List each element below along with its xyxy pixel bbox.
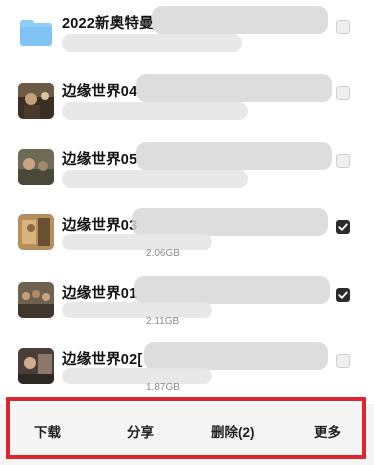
folder-icon — [18, 14, 54, 50]
blurred-text — [62, 102, 248, 120]
select-checkbox[interactable] — [336, 20, 350, 34]
blurred-text — [62, 170, 248, 188]
blurred-text — [132, 208, 328, 236]
select-checkbox[interactable] — [336, 86, 350, 100]
blurred-text — [62, 34, 242, 52]
list-item[interactable]: 边缘世界03 2.06GB — [0, 198, 374, 264]
file-size: 2.06GB — [146, 248, 180, 259]
blurred-text — [136, 142, 332, 170]
blurred-text — [152, 6, 328, 34]
list-item[interactable]: 边缘世界02[ 1.87GB — [0, 330, 374, 396]
blurred-text — [134, 276, 330, 304]
blurred-text — [62, 234, 212, 250]
blurred-text — [62, 368, 212, 384]
share-button[interactable]: 分享 — [127, 421, 154, 441]
file-title: 边缘世界02[ — [62, 352, 143, 368]
video-thumbnail — [18, 149, 54, 185]
more-button[interactable]: 更多 — [314, 421, 341, 441]
list-item[interactable]: 边缘世界04 — [0, 66, 374, 132]
video-thumbnail — [18, 214, 54, 250]
file-title: 边缘世界03 — [62, 218, 138, 234]
file-size: 2.11GB — [146, 316, 180, 327]
file-title: 边缘世界01 — [62, 286, 138, 302]
blurred-text — [144, 342, 328, 370]
select-checkbox-checked[interactable] — [336, 288, 350, 302]
list-item[interactable]: 2022新奥特曼 — [0, 0, 374, 66]
video-thumbnail — [18, 348, 54, 384]
list-item[interactable]: 边缘世界05 — [0, 132, 374, 198]
delete-button[interactable]: 删除(2) — [211, 421, 255, 441]
file-title: 2022新奥特曼 — [62, 16, 154, 32]
blurred-text — [136, 74, 332, 102]
video-thumbnail — [18, 83, 54, 119]
list-item[interactable]: 边缘世界01 2.11GB — [0, 264, 374, 330]
select-checkbox[interactable] — [336, 154, 350, 168]
select-checkbox[interactable] — [336, 354, 350, 368]
video-thumbnail — [18, 282, 54, 318]
file-title: 边缘世界05 — [62, 152, 138, 168]
file-title: 边缘世界04 — [62, 84, 138, 100]
file-size: 1.87GB — [146, 382, 180, 393]
blurred-text — [62, 302, 212, 318]
download-button[interactable]: 下载 — [34, 421, 61, 441]
select-checkbox-checked[interactable] — [336, 220, 350, 234]
